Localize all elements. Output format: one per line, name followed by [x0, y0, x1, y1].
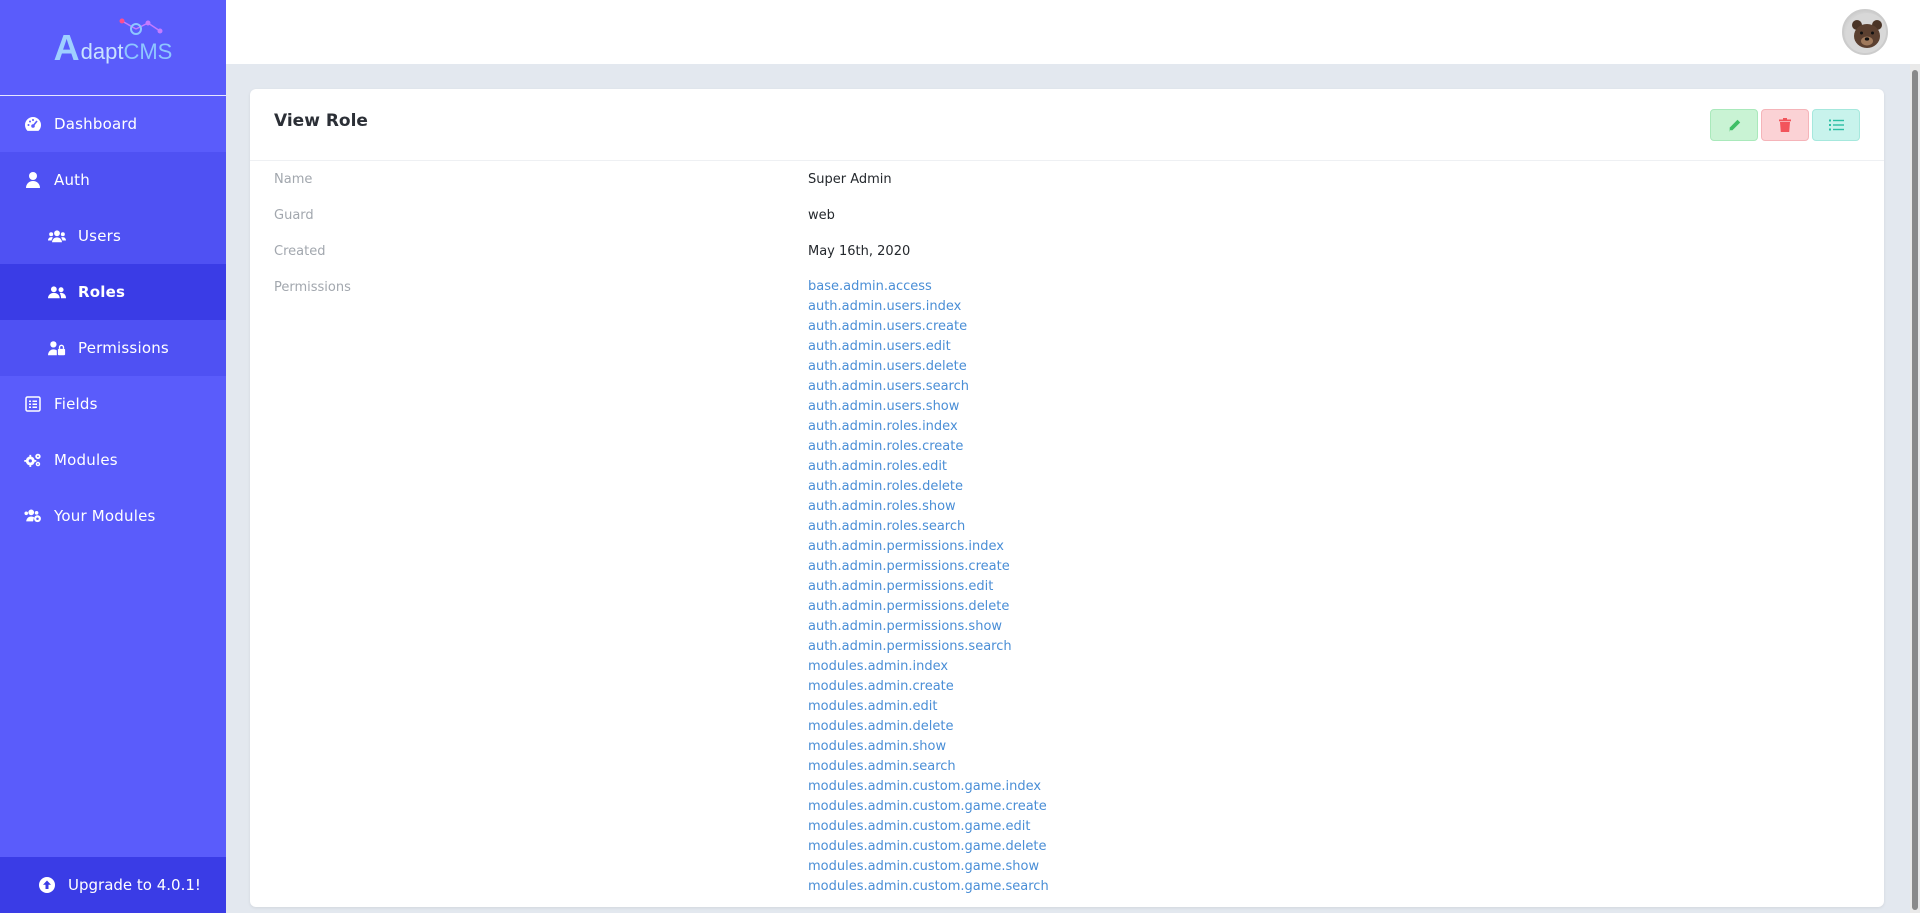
permission-link[interactable]: modules.admin.show — [808, 739, 1049, 759]
permission-link[interactable]: auth.admin.users.edit — [808, 339, 1049, 359]
field-label: Guard — [274, 208, 314, 223]
brand[interactable]: A dapt CMS — [0, 0, 226, 96]
field-label: Name — [274, 172, 313, 187]
logo-text: dapt — [80, 38, 124, 64]
permission-link[interactable]: auth.admin.permissions.edit — [808, 579, 1049, 599]
users-icon — [48, 227, 66, 245]
sidebar-item-modules[interactable]: Modules — [0, 432, 226, 488]
card-header: View Role — [250, 89, 1884, 161]
field-label: Created — [274, 244, 326, 259]
field-value: web — [808, 208, 835, 223]
sidebar-nav: Dashboard Auth Users Roles Permissions F… — [0, 96, 226, 544]
sidebar-item-label: Modules — [54, 451, 118, 469]
permission-link[interactable]: auth.admin.permissions.search — [808, 639, 1049, 659]
permission-link[interactable]: modules.admin.custom.game.search — [808, 879, 1049, 899]
permission-link[interactable]: modules.admin.delete — [808, 719, 1049, 739]
permission-link[interactable]: auth.admin.users.show — [808, 399, 1049, 419]
sidebar-item-label: Roles — [78, 283, 126, 301]
card-actions — [1710, 109, 1860, 141]
permission-link[interactable]: modules.admin.create — [808, 679, 1049, 699]
sidebar-item-auth[interactable]: Auth — [0, 152, 226, 208]
cogs-icon — [24, 451, 42, 469]
field-label: Permissions — [274, 280, 351, 295]
users-cog-icon — [24, 507, 42, 525]
delete-button[interactable] — [1761, 109, 1809, 141]
trash-icon — [1779, 118, 1791, 132]
permission-link[interactable]: auth.admin.users.search — [808, 379, 1049, 399]
page-scrollbar[interactable] — [1910, 64, 1920, 913]
permission-link[interactable]: modules.admin.index — [808, 659, 1049, 679]
pencil-icon — [1728, 119, 1740, 131]
permission-link[interactable]: modules.admin.custom.game.edit — [808, 819, 1049, 839]
permission-link[interactable]: auth.admin.permissions.create — [808, 559, 1049, 579]
list-alt-icon — [24, 395, 42, 413]
molecule-icon — [119, 18, 163, 35]
sidebar-item-label: Your Modules — [54, 507, 156, 525]
list-button[interactable] — [1812, 109, 1860, 141]
permission-link[interactable]: modules.admin.custom.game.index — [808, 779, 1049, 799]
edit-button[interactable] — [1710, 109, 1758, 141]
permission-link[interactable]: modules.admin.custom.game.show — [808, 859, 1049, 879]
permission-link[interactable]: auth.admin.permissions.index — [808, 539, 1049, 559]
sidebar-item-users[interactable]: Users — [0, 208, 226, 264]
arrow-circle-up-icon — [38, 876, 56, 894]
sidebar-item-label: Users — [78, 227, 122, 245]
page-title: View Role — [274, 111, 368, 131]
upgrade-button[interactable]: Upgrade to 4.0.1! — [0, 857, 226, 913]
adaptcms-logo[interactable]: A dapt CMS — [53, 18, 173, 68]
avatar[interactable] — [1842, 9, 1888, 55]
logo-cms: CMS — [123, 38, 173, 64]
permission-link[interactable]: modules.admin.custom.game.delete — [808, 839, 1049, 859]
sidebar-item-dashboard[interactable]: Dashboard — [0, 96, 226, 152]
permission-link[interactable]: base.admin.access — [808, 279, 1049, 299]
user-icon — [24, 171, 42, 189]
permission-link[interactable]: auth.admin.roles.create — [808, 439, 1049, 459]
permission-link[interactable]: modules.admin.custom.game.create — [808, 799, 1049, 819]
sidebar: A dapt CMS Dashboard Auth Users Roles Pe… — [0, 0, 226, 913]
permissions-list: base.admin.access auth.admin.users.index a… — [808, 279, 1049, 899]
sidebar-item-label: Dashboard — [54, 115, 138, 133]
permission-link[interactable]: auth.admin.roles.edit — [808, 459, 1049, 479]
permission-link[interactable]: auth.admin.permissions.show — [808, 619, 1049, 639]
sidebar-item-label: Auth — [54, 171, 90, 189]
permission-link[interactable]: auth.admin.users.create — [808, 319, 1049, 339]
scrollbar-thumb[interactable] — [1912, 70, 1918, 910]
view-role-card: View Role Name Super Admin Guard web Cre… — [250, 89, 1884, 907]
permission-link[interactable]: auth.admin.roles.show — [808, 499, 1049, 519]
top-bar — [226, 0, 1920, 64]
sidebar-item-label: Fields — [54, 395, 98, 413]
sidebar-item-your-modules[interactable]: Your Modules — [0, 488, 226, 544]
permission-link[interactable]: auth.admin.users.index — [808, 299, 1049, 319]
permission-link[interactable]: auth.admin.permissions.delete — [808, 599, 1049, 619]
sidebar-item-roles[interactable]: Roles — [0, 264, 226, 320]
permission-link[interactable]: auth.admin.roles.search — [808, 519, 1049, 539]
permission-link[interactable]: modules.admin.search — [808, 759, 1049, 779]
user-group-icon — [48, 283, 66, 301]
permission-link[interactable]: auth.admin.roles.delete — [808, 479, 1049, 499]
permission-link[interactable]: modules.admin.edit — [808, 699, 1049, 719]
permission-link[interactable]: auth.admin.roles.index — [808, 419, 1049, 439]
field-value: Super Admin — [808, 172, 892, 187]
user-lock-icon — [48, 339, 66, 357]
gauge-icon — [24, 115, 42, 133]
logo-letter-a: A — [53, 26, 80, 68]
sidebar-item-permissions[interactable]: Permissions — [0, 320, 226, 376]
sidebar-item-label: Permissions — [78, 339, 169, 357]
permission-link[interactable]: auth.admin.users.delete — [808, 359, 1049, 379]
field-value: May 16th, 2020 — [808, 244, 911, 259]
bear-avatar-icon — [1846, 13, 1886, 53]
upgrade-label: Upgrade to 4.0.1! — [68, 876, 201, 894]
sidebar-item-fields[interactable]: Fields — [0, 376, 226, 432]
list-icon — [1828, 119, 1844, 131]
